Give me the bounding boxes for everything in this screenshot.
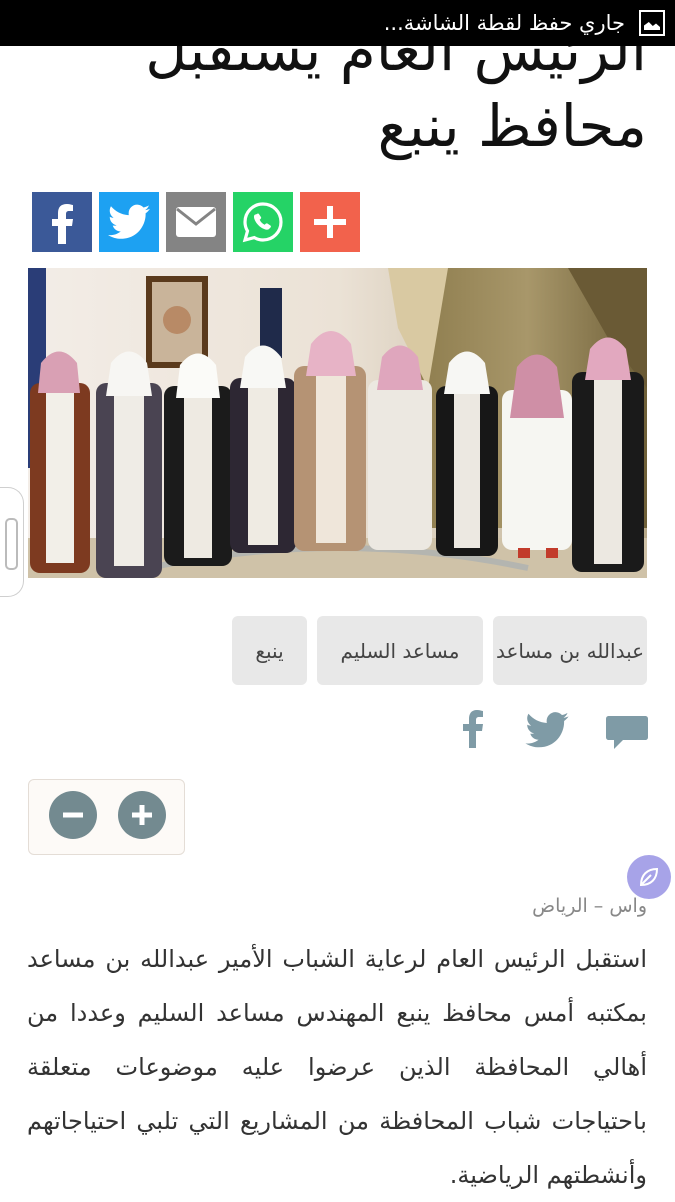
tag-item[interactable]: مساعد السليم <box>317 616 483 685</box>
email-share-button[interactable] <box>166 192 226 252</box>
tag-item[interactable]: عبدالله بن مساعد <box>493 616 647 685</box>
status-notification-text: جاري حفظ لقطة الشاشة... <box>383 11 625 35</box>
font-increase-button[interactable] <box>118 791 166 839</box>
font-decrease-button[interactable] <box>49 791 97 839</box>
twitter-icon <box>108 204 150 239</box>
whatsapp-share-button[interactable] <box>233 192 293 252</box>
whatsapp-icon <box>242 202 283 243</box>
minus-icon <box>63 812 83 818</box>
article-source: واس – الرياض <box>532 895 647 917</box>
facebook-icon[interactable] <box>460 708 484 752</box>
leaf-icon <box>639 867 659 887</box>
plus-icon <box>314 206 346 238</box>
article-body: استقبل الرئيس العام لرعاية الشباب الأمير… <box>27 945 647 1189</box>
tags-list: عبدالله بن مساعد مساعد السليم ينبع <box>232 616 647 685</box>
comment-icon[interactable] <box>605 714 649 754</box>
facebook-share-button[interactable] <box>32 192 92 252</box>
article-photo <box>28 268 647 578</box>
font-size-controls <box>28 779 185 855</box>
twitter-share-button[interactable] <box>99 192 159 252</box>
social-icons-row <box>455 708 650 754</box>
email-icon <box>176 207 216 237</box>
status-bar: جاري حفظ لقطة الشاشة... <box>0 0 675 46</box>
facebook-icon <box>52 204 73 244</box>
tag-item[interactable]: ينبع <box>232 616 307 685</box>
floating-leaf-button[interactable] <box>627 855 671 899</box>
twitter-icon[interactable] <box>523 712 571 752</box>
share-buttons <box>32 192 360 252</box>
side-drawer-handle[interactable] <box>0 487 24 597</box>
plus-icon <box>132 805 152 825</box>
screenshot-icon <box>639 10 665 36</box>
more-share-button[interactable] <box>300 192 360 252</box>
